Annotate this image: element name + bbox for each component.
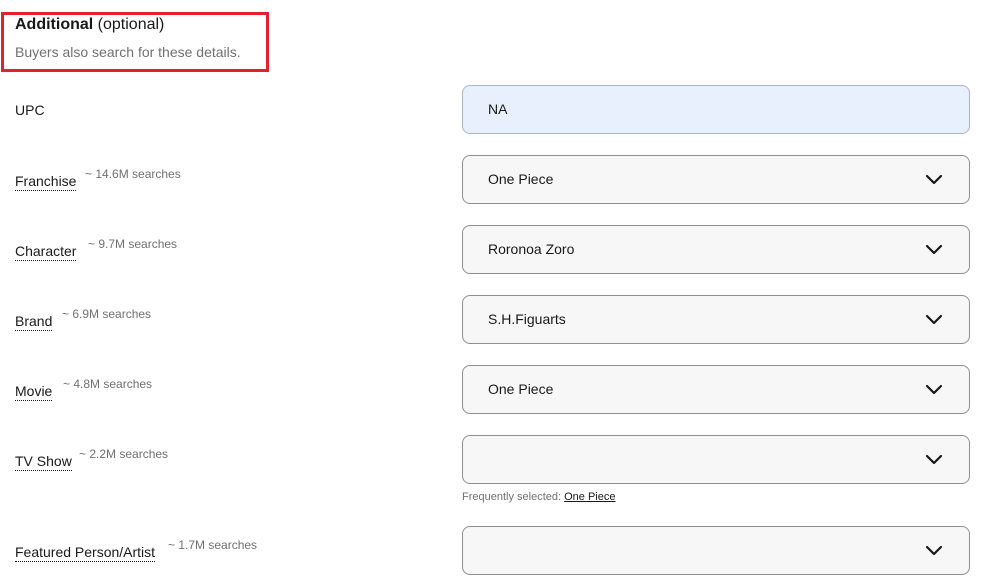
character-searches: ~ 9.7M searches	[88, 237, 178, 251]
tv-show-searches: ~ 2.2M searches	[79, 447, 169, 461]
section-title-optional: (optional)	[97, 16, 165, 33]
franchise-label[interactable]: Franchise	[15, 173, 77, 191]
frequently-selected-option-link[interactable]: One Piece	[564, 491, 615, 503]
tv-show-dropdown[interactable]	[462, 435, 970, 484]
section-subtitle: Buyers also search for these details.	[15, 44, 241, 60]
brand-label[interactable]: Brand	[15, 313, 53, 331]
franchise-searches: ~ 14.6M searches	[85, 167, 181, 181]
brand-searches: ~ 6.9M searches	[62, 307, 152, 321]
frequently-selected: Frequently selected: One Piece	[462, 490, 616, 505]
featured-person-artist-dropdown[interactable]	[462, 526, 970, 575]
brand-value: S.H.Figuarts	[488, 311, 566, 327]
movie-searches: ~ 4.8M searches	[63, 377, 153, 391]
character-value: Roronoa Zoro	[488, 241, 575, 257]
chevron-down-icon	[925, 313, 943, 327]
featured-person-artist-searches: ~ 1.7M searches	[168, 538, 258, 552]
franchise-dropdown[interactable]: One Piece	[462, 155, 970, 204]
chevron-down-icon	[925, 544, 943, 558]
tv-show-label[interactable]: TV Show	[15, 453, 72, 471]
frequently-selected-prefix: Frequently selected:	[462, 491, 562, 503]
section-title: Additional (optional)	[15, 15, 164, 35]
chevron-down-icon	[925, 383, 943, 397]
upc-input[interactable]: NA	[462, 85, 970, 134]
movie-label[interactable]: Movie	[15, 383, 53, 401]
upc-label: UPC	[15, 102, 45, 118]
brand-dropdown[interactable]: S.H.Figuarts	[462, 295, 970, 344]
franchise-value: One Piece	[488, 171, 554, 187]
chevron-down-icon	[925, 453, 943, 467]
featured-person-artist-label[interactable]: Featured Person/Artist	[15, 544, 156, 562]
character-dropdown[interactable]: Roronoa Zoro	[462, 225, 970, 274]
chevron-down-icon	[925, 173, 943, 187]
section-title-bold: Additional	[15, 16, 94, 33]
chevron-down-icon	[925, 243, 943, 257]
character-label[interactable]: Character	[15, 243, 77, 261]
movie-value: One Piece	[488, 381, 554, 397]
upc-input-value[interactable]: NA	[488, 100, 507, 119]
movie-dropdown[interactable]: One Piece	[462, 365, 970, 414]
